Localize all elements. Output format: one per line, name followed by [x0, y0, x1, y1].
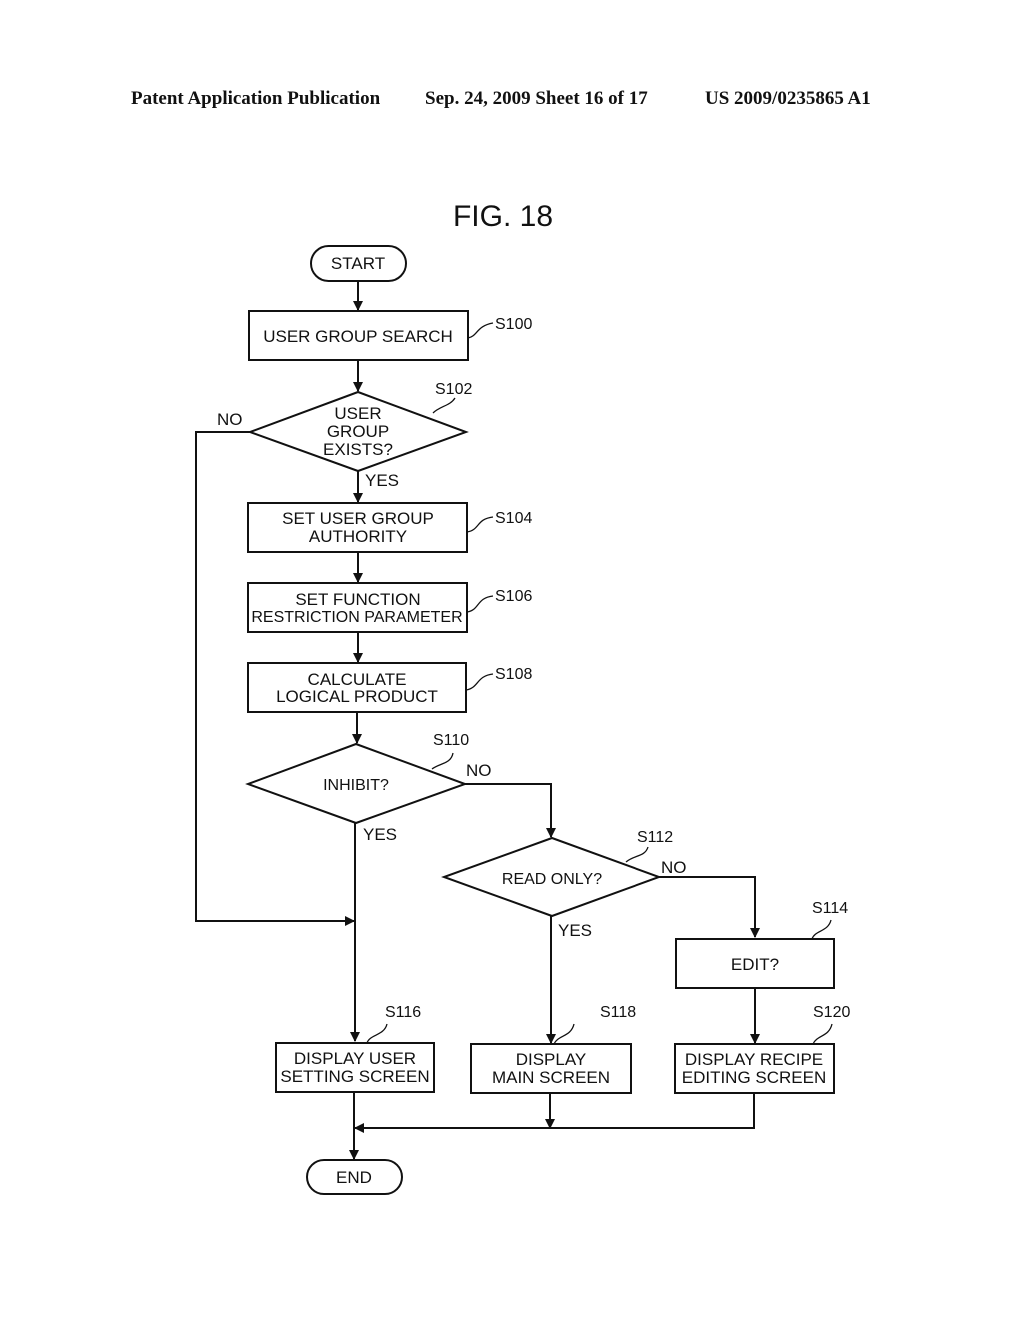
node-s106-text-1: SET FUNCTION [295, 590, 420, 609]
leader-s118 [553, 1023, 575, 1045]
edge-label-s110-yes: YES [363, 825, 397, 844]
node-s114: EDIT? S114 [675, 900, 848, 989]
node-s112: READ ONLY? S112 NO YES [441, 829, 687, 940]
leader-s116 [366, 1023, 388, 1044]
edge-s112-no [658, 876, 760, 938]
edge-label-s102-yes: YES [365, 471, 399, 490]
node-s118-text-2: MAIN SCREEN [492, 1068, 610, 1087]
step-label-s100: S100 [495, 316, 532, 333]
connectors [195, 281, 760, 1160]
step-label-s118: S118 [600, 1004, 636, 1021]
node-s106: SET FUNCTION RESTRICTION PARAMETER S106 [247, 582, 532, 633]
node-s116-text-2: SETTING SCREEN [280, 1067, 429, 1086]
node-s114-text: EDIT? [731, 955, 779, 974]
node-s100: USER GROUP SEARCH S100 [248, 310, 532, 361]
node-s104-text-1: SET USER GROUP [282, 509, 434, 528]
node-s118-text-1: DISPLAY [516, 1050, 587, 1069]
step-label-s112: S112 [637, 829, 673, 846]
leader-s112 [625, 846, 649, 863]
step-label-s116: S116 [385, 1004, 421, 1021]
step-label-s106: S106 [495, 588, 532, 605]
node-s120: DISPLAY RECIPE EDITING SCREEN S120 [674, 1004, 850, 1094]
node-s118: DISPLAY MAIN SCREEN S118 [470, 1004, 636, 1094]
edge-label-s110-no: NO [466, 761, 492, 780]
step-label-s114: S114 [812, 900, 848, 917]
step-label-s102: S102 [435, 381, 472, 398]
node-s104: SET USER GROUP AUTHORITY S104 [247, 502, 532, 553]
node-s100-text: USER GROUP SEARCH [263, 327, 453, 346]
node-s120-text-2: EDITING SCREEN [682, 1068, 827, 1087]
leader-s110 [431, 752, 454, 770]
node-s104-text-2: AUTHORITY [309, 527, 407, 546]
node-start-text: START [331, 254, 385, 273]
leader-s102 [432, 397, 456, 414]
step-label-s108: S108 [495, 666, 532, 683]
node-end-text: END [336, 1168, 372, 1187]
edge-label-s112-yes: YES [558, 921, 592, 940]
node-s110-text: INHIBIT? [323, 777, 389, 794]
edge-s110-no [465, 783, 556, 838]
step-label-s120: S120 [813, 1004, 850, 1021]
node-s102-text-1: USER [334, 404, 381, 423]
leader-s108 [465, 673, 494, 691]
step-label-s110: S110 [433, 732, 469, 749]
node-s112-text: READ ONLY? [502, 871, 602, 888]
edge-label-s112-no: NO [661, 858, 687, 877]
leader-s114 [811, 919, 832, 940]
node-s102-text-2: GROUP [327, 422, 389, 441]
flowchart: FIG. 18 START USER GROUP SEARCH S100 USE… [195, 200, 850, 1195]
node-end: END [306, 1159, 403, 1195]
figure-title: FIG. 18 [453, 200, 553, 233]
node-s108: CALCULATE LOGICAL PRODUCT S108 [247, 662, 532, 713]
leader-s120 [812, 1023, 833, 1045]
edge-label-s102-no: NO [217, 410, 243, 429]
node-s108-text-2: LOGICAL PRODUCT [276, 687, 438, 706]
node-s102: USER GROUP EXISTS? S102 NO YES [217, 381, 472, 490]
node-start: START [310, 245, 407, 282]
edge-s120-merge [354, 1093, 755, 1133]
node-s116-text-1: DISPLAY USER [294, 1049, 416, 1068]
leader-s106 [466, 595, 494, 613]
step-label-s104: S104 [495, 510, 532, 527]
node-s106-text-2: RESTRICTION PARAMETER [251, 609, 462, 626]
node-s120-text-1: DISPLAY RECIPE [685, 1050, 823, 1069]
leader-s100 [467, 322, 494, 339]
leader-s104 [466, 516, 494, 533]
node-s102-text-3: EXISTS? [323, 440, 393, 459]
node-s110: INHIBIT? S110 NO YES [245, 732, 492, 844]
